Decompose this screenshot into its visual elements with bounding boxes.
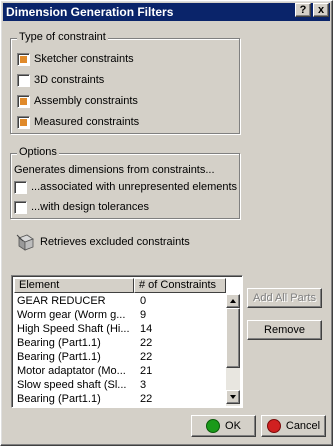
element-cell: Bearing (Part1.1) xyxy=(17,351,101,363)
sketcher-constraints-checkbox[interactable]: Sketcher constraints xyxy=(17,50,134,68)
element-cell: GEAR REDUCER xyxy=(17,295,106,307)
3d-constraints-checkbox[interactable]: 3D constraints xyxy=(17,71,104,89)
excluded-constraints-icon[interactable] xyxy=(15,232,35,252)
count-cell: 0 xyxy=(140,295,147,307)
list-row[interactable]: Motor adaptator (Mo... 21 xyxy=(14,364,226,378)
excluded-constraints-label: Retrieves excluded constraints xyxy=(40,236,190,248)
close-button[interactable]: x xyxy=(313,3,329,17)
count-cell: 22 xyxy=(140,393,153,405)
list-row[interactable]: Bearing (Part1.1) 22 xyxy=(14,336,226,350)
checkbox-box[interactable] xyxy=(17,52,30,66)
list-row[interactable]: Bearing (Part1.1) 22 xyxy=(14,350,226,364)
element-cell: Bearing (Part1.1) xyxy=(17,337,101,349)
list-header: Element # of Constraints xyxy=(14,278,226,293)
retrieve-excluded-constraints[interactable]: Retrieves excluded constraints xyxy=(15,231,190,253)
checkbox-box[interactable] xyxy=(17,94,30,108)
checkbox-label: ...with design tolerances xyxy=(31,201,150,213)
options-group-legend: Options xyxy=(17,146,59,158)
assembly-constraints-checkbox[interactable]: Assembly constraints xyxy=(17,92,138,110)
checkbox-label: ...associated with unrepresented element… xyxy=(31,181,238,193)
measured-constraints-checkbox[interactable]: Measured constraints xyxy=(17,113,139,131)
list-row[interactable]: Slow speed shaft (Sl... 3 xyxy=(14,378,226,392)
window-title: Dimension Generation Filters xyxy=(6,5,174,19)
count-cell: 22 xyxy=(140,337,153,349)
cancel-icon xyxy=(266,419,281,433)
scroll-up-button[interactable] xyxy=(226,294,240,308)
count-cell: 3 xyxy=(140,379,147,391)
options-description: Generates dimensions from constraints... xyxy=(14,164,215,176)
count-cell: 22 xyxy=(140,351,153,363)
element-cell: Worm gear (Worm g... xyxy=(17,309,126,321)
checkbox-label: Sketcher constraints xyxy=(34,53,134,65)
scroll-down-button[interactable] xyxy=(226,390,240,404)
unrepresented-elements-checkbox[interactable]: ...associated with unrepresented element… xyxy=(14,178,237,196)
element-cell: Slow speed shaft (Sl... xyxy=(17,379,127,391)
arrow-up-icon xyxy=(230,299,236,303)
element-cell: Motor adaptator (Mo... xyxy=(17,365,126,377)
checkbox-label: 3D constraints xyxy=(34,74,105,86)
add-all-parts-button[interactable]: Add All Parts xyxy=(247,288,322,308)
help-button[interactable]: ? xyxy=(295,3,311,17)
scroll-thumb[interactable] xyxy=(226,308,240,368)
checkbox-box[interactable] xyxy=(14,180,27,194)
ok-label: OK xyxy=(225,420,241,432)
list-row[interactable]: Bearing (Part1.1) 22 xyxy=(14,392,226,406)
list-row[interactable]: GEAR REDUCER 0 xyxy=(14,294,226,308)
list-body: GEAR REDUCER 0 Worm gear (Worm g... 9 High… xyxy=(14,294,226,406)
cancel-button[interactable]: Cancel xyxy=(261,415,326,437)
list-row[interactable]: Worm gear (Worm g... 9 xyxy=(14,308,226,322)
count-cell: 21 xyxy=(140,365,153,377)
count-cell: 14 xyxy=(140,323,153,335)
dialog-window: Dimension Generation Filters ? x Type of… xyxy=(0,0,333,446)
checkbox-box[interactable] xyxy=(17,115,30,129)
checkbox-box[interactable] xyxy=(14,200,27,214)
column-header-constraints[interactable]: # of Constraints xyxy=(134,278,226,293)
ok-button[interactable]: OK xyxy=(191,415,256,437)
checkbox-box[interactable] xyxy=(17,73,30,87)
title-bar: Dimension Generation Filters xyxy=(3,3,330,21)
list-scrollbar[interactable] xyxy=(226,294,240,406)
column-header-element[interactable]: Element xyxy=(14,278,134,293)
cancel-label: Cancel xyxy=(285,420,321,432)
list-row[interactable]: High Speed Shaft (Hi... 14 xyxy=(14,322,226,336)
remove-button[interactable]: Remove xyxy=(247,320,322,340)
checkbox-label: Measured constraints xyxy=(34,116,140,128)
element-cell: High Speed Shaft (Hi... xyxy=(17,323,130,335)
ok-icon xyxy=(206,419,221,433)
checkbox-label: Assembly constraints xyxy=(34,95,138,107)
count-cell: 9 xyxy=(140,309,147,321)
design-tolerances-checkbox[interactable]: ...with design tolerances xyxy=(14,198,149,216)
element-cell: Bearing (Part1.1) xyxy=(17,393,101,405)
type-group-legend: Type of constraint xyxy=(17,31,108,43)
arrow-down-icon xyxy=(230,395,236,399)
constraints-list[interactable]: Element # of Constraints GEAR REDUCER 0 W… xyxy=(11,275,243,408)
